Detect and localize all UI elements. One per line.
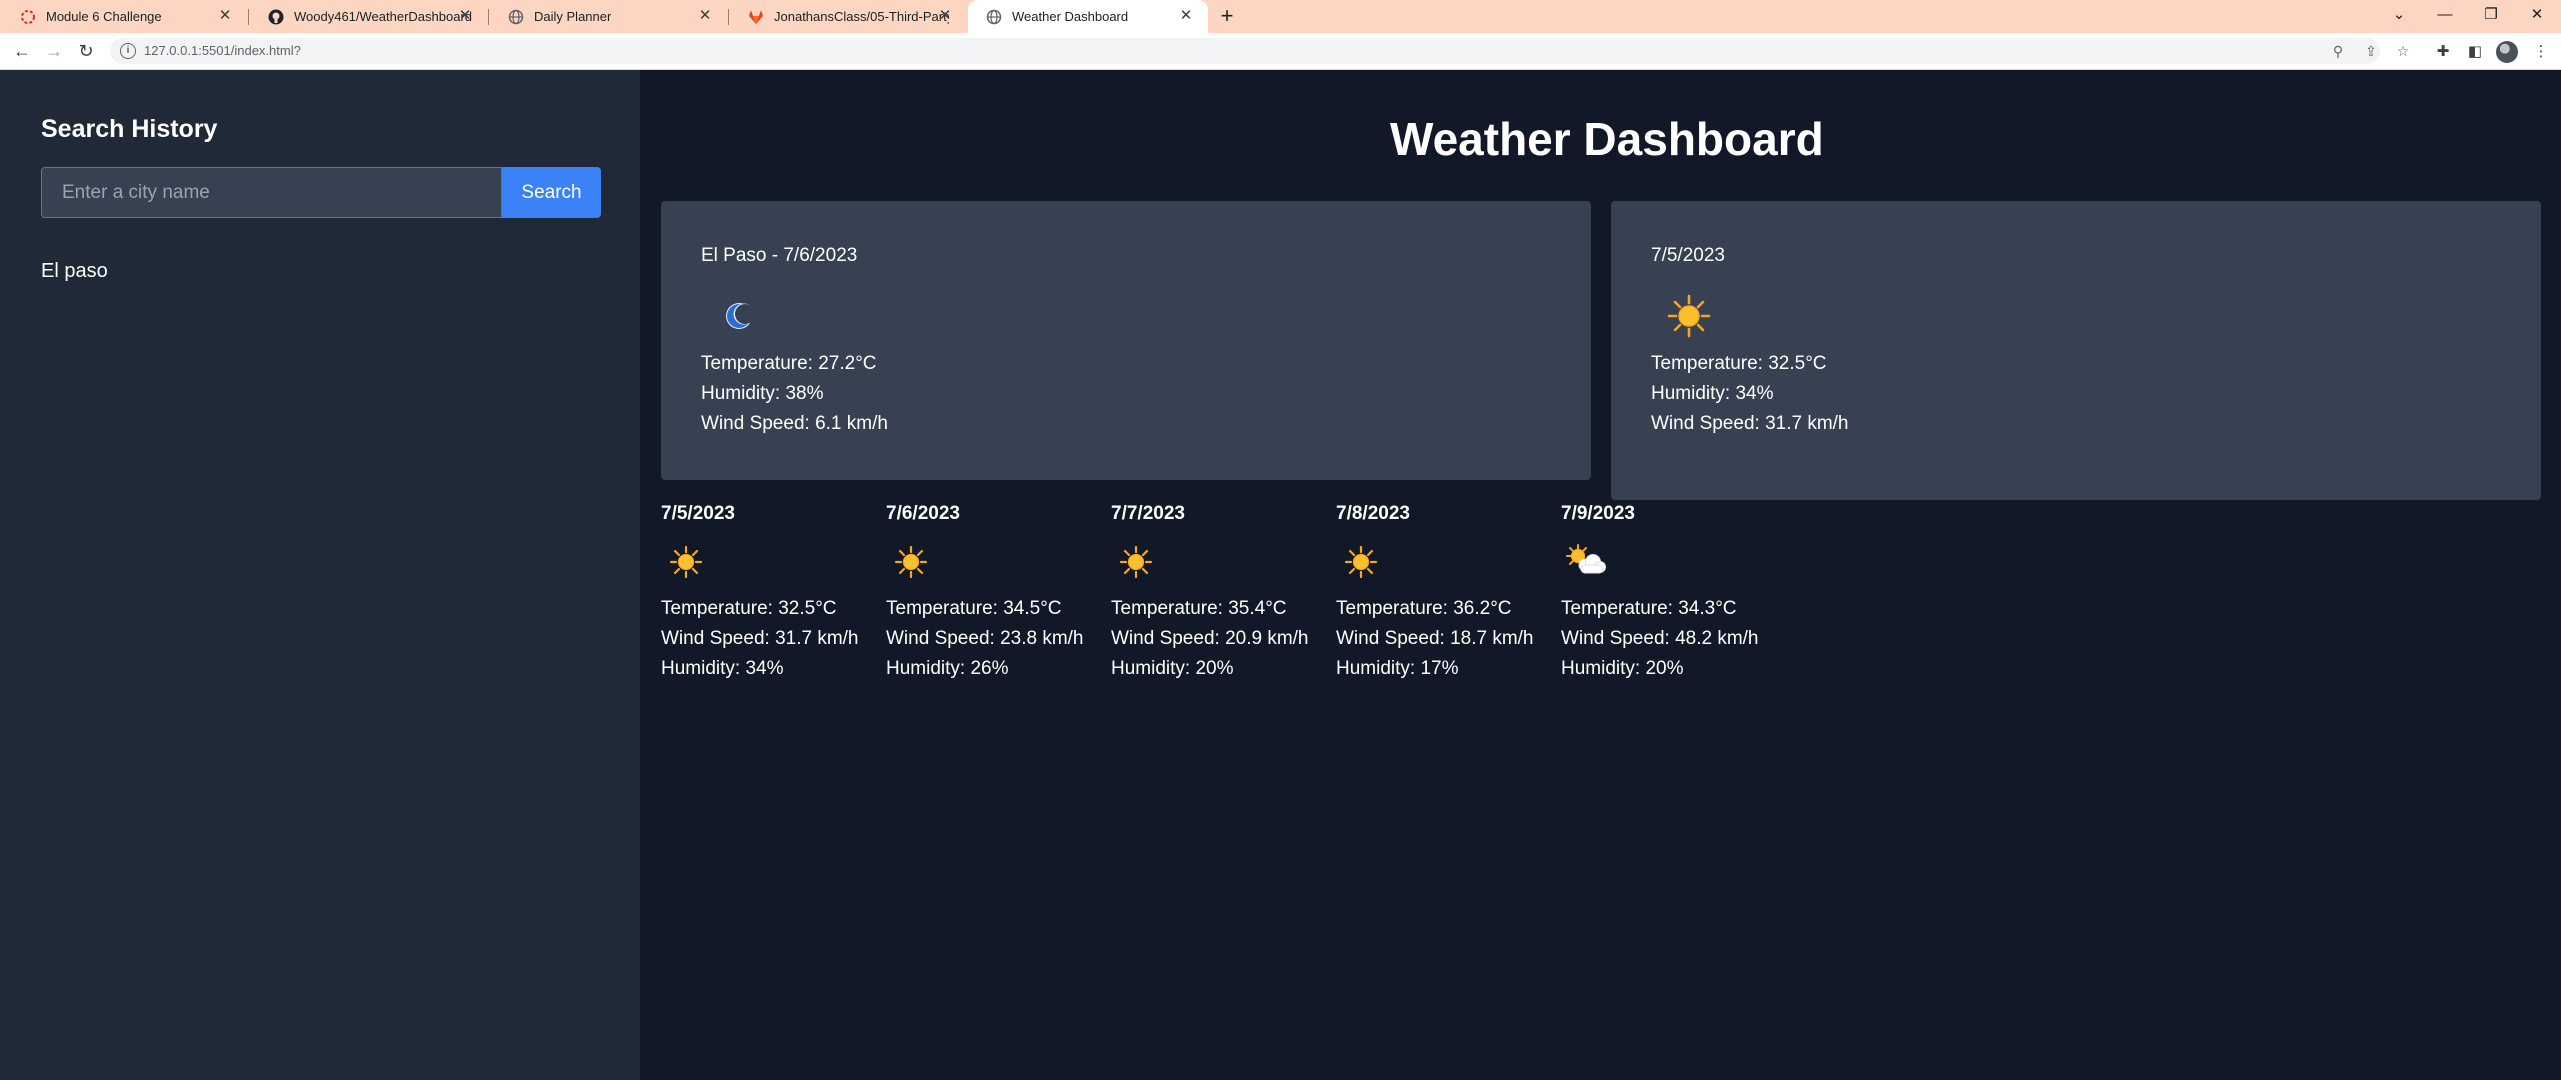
- profile-avatar[interactable]: [2496, 41, 2518, 63]
- forecast-temperature: Temperature: 36.2°C: [1336, 598, 1512, 619]
- search-sidebar: Search History Search El paso: [0, 70, 640, 1080]
- forecast-wind-speed: Wind Speed: 48.2 km/h: [1561, 628, 1759, 649]
- today-wind-speed: Wind Speed: 31.7 km/h: [1651, 413, 1849, 434]
- bookmark-star-icon[interactable]: ☆: [2394, 42, 2412, 60]
- forecast-wind-speed: Wind Speed: 31.7 km/h: [661, 628, 859, 649]
- forecast-temperature: Temperature: 35.4°C: [1111, 598, 1287, 619]
- tab-weather-dashboard[interactable]: Weather Dashboard ✕: [968, 0, 1208, 33]
- forecast-wind-speed: Wind Speed: 23.8 km/h: [886, 628, 1084, 649]
- close-tab-icon[interactable]: ✕: [697, 8, 713, 24]
- tab-module-6-challenge[interactable]: Module 6 Challenge ✕: [2, 0, 247, 33]
- current-weather-heading: El Paso - 7/6/2023: [701, 245, 858, 266]
- sun-icon: [1119, 545, 1153, 579]
- reload-icon[interactable]: ↻: [74, 39, 98, 63]
- address-bar[interactable]: i 127.0.0.1:5501/index.html? ⚲ ⇪ ☆: [110, 38, 2409, 64]
- minimize-icon[interactable]: —: [2422, 0, 2468, 30]
- forward-icon[interactable]: →: [42, 39, 66, 63]
- forecast-temperature: Temperature: 32.5°C: [661, 598, 837, 619]
- tab-divider: [248, 9, 249, 25]
- forecast-wind-speed: Wind Speed: 20.9 km/h: [1111, 628, 1309, 649]
- sun-icon: [1667, 294, 1711, 338]
- page-content: Search History Search El paso Weather Da…: [0, 70, 2561, 1080]
- menu-icon[interactable]: ⋮: [2530, 41, 2552, 63]
- forecast-date: 7/7/2023: [1111, 503, 1185, 524]
- forecast-humidity: Humidity: 26%: [886, 658, 1009, 679]
- tab-divider: [728, 9, 729, 25]
- tab-label: Daily Planner: [534, 9, 612, 24]
- tab-divider: [488, 9, 489, 25]
- sun-icon: [669, 545, 703, 579]
- close-tab-icon[interactable]: ✕: [217, 8, 233, 24]
- sun-icon: [894, 545, 928, 579]
- browser-toolbar: ← → ↻ i 127.0.0.1:5501/index.html? ⚲ ⇪ ☆…: [0, 33, 2561, 70]
- new-tab-button[interactable]: +: [1214, 3, 1240, 29]
- forecast-temperature: Temperature: 34.3°C: [1561, 598, 1737, 619]
- moon-icon: [726, 303, 755, 329]
- share-icon[interactable]: ⇪: [2362, 42, 2380, 60]
- tab-jonathans-class[interactable]: JonathansClass/05-Third-Party-A ✕: [730, 0, 967, 33]
- url-text: 127.0.0.1:5501/index.html?: [144, 43, 301, 58]
- tab-label: JonathansClass/05-Third-Party-A: [774, 9, 949, 24]
- forecast-humidity: Humidity: 17%: [1336, 658, 1459, 679]
- forecast-temperature: Temperature: 34.5°C: [886, 598, 1062, 619]
- tab-label: Module 6 Challenge: [46, 9, 162, 24]
- forecast-humidity: Humidity: 20%: [1561, 658, 1684, 679]
- sun-icon: [1344, 545, 1378, 579]
- gitlab-icon: [748, 9, 764, 25]
- partly-cloudy-icon: [1566, 544, 1606, 574]
- globe-icon: [986, 9, 1002, 25]
- browser-tab-strip: Module 6 Challenge ✕ Woody461/WeatherDas…: [0, 0, 2561, 33]
- forecast-humidity: Humidity: 34%: [661, 658, 784, 679]
- history-item-el-paso[interactable]: El paso: [41, 260, 108, 283]
- search-button[interactable]: Search: [502, 167, 601, 218]
- side-panel-icon[interactable]: ◧: [2464, 41, 2486, 63]
- forecast-date: 7/5/2023: [661, 503, 735, 524]
- tab-label: Weather Dashboard: [1012, 9, 1129, 24]
- current-wind-speed: Wind Speed: 6.1 km/h: [701, 413, 888, 434]
- forecast-date: 7/6/2023: [886, 503, 960, 524]
- globe-icon: [508, 9, 524, 25]
- search-history-title: Search History: [41, 115, 218, 143]
- city-search-input[interactable]: [41, 167, 502, 218]
- loading-icon: [20, 9, 36, 25]
- today-weather-date: 7/5/2023: [1651, 245, 1725, 266]
- today-humidity: Humidity: 34%: [1651, 383, 1774, 404]
- forecast-wind-speed: Wind Speed: 18.7 km/h: [1336, 628, 1534, 649]
- extensions-icon[interactable]: ✚: [2432, 41, 2454, 63]
- tab-search-icon[interactable]: ⌄: [2376, 0, 2422, 30]
- today-temperature: Temperature: 32.5°C: [1651, 353, 1827, 374]
- zoom-icon[interactable]: ⚲: [2329, 42, 2347, 60]
- current-temperature: Temperature: 27.2°C: [701, 353, 877, 374]
- tab-weather-dashboard-repo[interactable]: Woody461/WeatherDashboard ✕: [250, 0, 487, 33]
- tab-daily-planner[interactable]: Daily Planner ✕: [490, 0, 727, 33]
- current-humidity: Humidity: 38%: [701, 383, 824, 404]
- forecast-date: 7/8/2023: [1336, 503, 1410, 524]
- today-weather-card: 7/5/2023 Temperature: 32.5°C Humidity: 3…: [1611, 201, 2541, 500]
- tab-label: Woody461/WeatherDashboard: [294, 9, 473, 24]
- page-title: Weather Dashboard: [1390, 113, 1824, 165]
- site-info-icon[interactable]: i: [120, 43, 136, 59]
- forecast-date: 7/9/2023: [1561, 503, 1635, 524]
- forecast-humidity: Humidity: 20%: [1111, 658, 1234, 679]
- close-window-icon[interactable]: ✕: [2514, 0, 2560, 30]
- current-weather-card: El Paso - 7/6/2023 Temperature: 27.2°C H…: [661, 201, 1591, 480]
- close-tab-icon[interactable]: ✕: [937, 8, 953, 24]
- back-icon[interactable]: ←: [10, 39, 34, 63]
- close-tab-icon[interactable]: ✕: [1178, 8, 1194, 24]
- close-tab-icon[interactable]: ✕: [457, 8, 473, 24]
- github-icon: [268, 9, 284, 25]
- restore-icon[interactable]: ❐: [2468, 0, 2514, 30]
